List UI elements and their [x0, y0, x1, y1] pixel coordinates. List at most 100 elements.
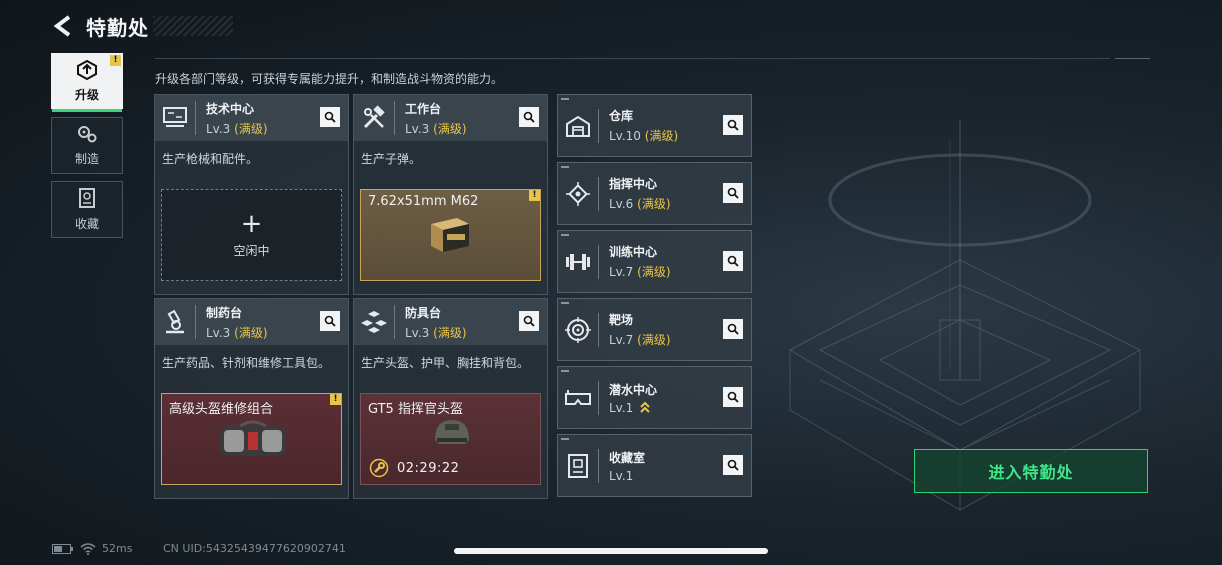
search-button[interactable]: [723, 251, 743, 271]
facility-name: 技术中心: [206, 101, 255, 116]
facility-level: Lv.3 (满级): [206, 121, 268, 136]
facility-level: Lv.3 (满级): [206, 325, 268, 340]
search-icon: [727, 459, 739, 471]
room-name: 指挥中心: [609, 177, 658, 191]
facility-card-tech-center[interactable]: 技术中心 Lv.3 (满级) 生产枪械和配件。 + 空闲中: [154, 94, 349, 295]
separator: [195, 101, 196, 135]
chip-icon: [558, 162, 598, 225]
separator: [598, 108, 599, 143]
card-header: 工作台 Lv.3 (满级): [354, 95, 547, 141]
room-row-collection-room[interactable]: 收藏室 Lv.1: [557, 434, 752, 497]
wrench-timer-icon: [369, 458, 389, 478]
room-row-command-center[interactable]: 指挥中心 Lv.6 (满级): [557, 162, 752, 225]
page-title: 特勤处: [86, 15, 149, 40]
room-row-shooting-range[interactable]: 靶场 Lv.7 (满级): [557, 298, 752, 361]
room-row-diving-center[interactable]: 潜水中心 Lv.1: [557, 366, 752, 429]
search-button[interactable]: [320, 311, 340, 331]
production-slot-repair-kit[interactable]: ! 高级头盔维修组合: [161, 393, 342, 485]
production-slot-idle[interactable]: + 空闲中: [161, 189, 342, 281]
room-row-warehouse[interactable]: 仓库 Lv.10 (满级): [557, 94, 752, 157]
alert-badge: !: [529, 190, 540, 201]
production-slot-helmet[interactable]: GT5 指挥官头盔 02:29:22: [360, 393, 541, 485]
back-button[interactable]: [50, 13, 76, 39]
back-arrow-icon: [53, 15, 71, 37]
user-uid: CN UID:54325439477620902741: [163, 542, 346, 555]
goggles-icon: [558, 366, 598, 429]
facility-name: 防具台: [405, 305, 442, 320]
room-level: Lv.1: [609, 401, 657, 415]
facility-description: 生产子弹。: [361, 152, 422, 166]
room-name: 潜水中心: [609, 382, 658, 397]
facility-name: 工作台: [405, 101, 442, 116]
item-name: 7.62x51mm M62: [368, 194, 479, 209]
search-button[interactable]: [519, 311, 539, 331]
facility-card-armor[interactable]: 防具台 Lv.3 (满级) 生产头盔、护甲、胸挂和背包。 GT5 指挥官头盔 0…: [353, 298, 548, 499]
separator: [394, 305, 395, 339]
separator: [598, 176, 599, 211]
facility-card-workbench[interactable]: 工作台 Lv.3 (满级) 生产子弹。 ! 7.62x51mm M62: [353, 94, 548, 295]
separator: [394, 101, 395, 135]
header: 特勤处: [50, 12, 233, 40]
alert-badge: !: [330, 394, 341, 405]
room-name: 收藏室: [609, 450, 646, 465]
facility-level: Lv.3 (满级): [405, 325, 467, 340]
search-button[interactable]: [723, 455, 743, 475]
alert-badge: !: [110, 55, 121, 66]
sidebar-tab-upgrade[interactable]: ! 升级: [51, 53, 123, 112]
search-icon: [523, 111, 535, 123]
battery-icon: [52, 543, 73, 554]
room-level: Lv.10 (满级): [609, 129, 679, 143]
enter-button-label: 进入特勤处: [988, 463, 1074, 482]
separator: [598, 312, 599, 347]
search-icon: [727, 391, 739, 403]
home-indicator[interactable]: [454, 548, 768, 554]
separator: [598, 448, 599, 483]
separator: [598, 380, 599, 415]
collection-icon: [79, 188, 95, 208]
search-button[interactable]: [723, 387, 743, 407]
enter-special-ops-button[interactable]: 进入特勤处: [914, 449, 1148, 493]
search-button[interactable]: [723, 115, 743, 135]
facility-card-pharmacy[interactable]: 制药台 Lv.3 (满级) 生产药品、针剂和维修工具包。 ! 高级头盔维修组合: [154, 298, 349, 499]
target-icon: [558, 298, 598, 361]
repair-bag-icon: [220, 420, 286, 456]
ammo-box-icon: [431, 218, 469, 252]
room-row-training-center[interactable]: 训练中心 Lv.7 (满级): [557, 230, 752, 293]
room-name: 训练中心: [609, 245, 658, 259]
gears-icon: [78, 126, 97, 143]
search-button[interactable]: [723, 183, 743, 203]
search-button[interactable]: [320, 107, 340, 127]
search-icon: [727, 255, 739, 267]
search-icon: [727, 187, 739, 199]
status-bar: 52ms: [52, 542, 132, 555]
wifi-icon: [80, 542, 96, 555]
sidebar-tab-collection[interactable]: 收藏: [51, 181, 123, 238]
facility-description: 生产头盔、护甲、胸挂和背包。: [361, 356, 530, 370]
helmet-icon: [435, 420, 469, 444]
upgrade-description: 升级各部门等级，可获得专属能力提升，和制造战斗物资的能力。: [155, 72, 504, 86]
top-divider: [155, 58, 1110, 59]
room-name: 仓库: [609, 109, 634, 123]
chevron-up-double-icon: [640, 401, 650, 413]
sidebar-label: 升级: [74, 87, 99, 102]
card-header: 技术中心 Lv.3 (满级): [155, 95, 348, 141]
production-slot-ammo[interactable]: ! 7.62x51mm M62: [360, 189, 541, 281]
search-button[interactable]: [723, 319, 743, 339]
card-header: 防具台 Lv.3 (满级): [354, 299, 547, 345]
warehouse-icon: [558, 94, 598, 157]
card-header: 制药台 Lv.3 (满级): [155, 299, 348, 345]
title-decoration: [153, 16, 233, 36]
room-name: 靶场: [609, 313, 634, 327]
top-divider-end: [1115, 58, 1150, 59]
hammer-wrench-icon: [354, 95, 394, 141]
search-button[interactable]: [519, 107, 539, 127]
ping-text: 52ms: [102, 542, 133, 555]
sidebar-label: 收藏: [74, 217, 99, 231]
dumbbell-icon: [558, 230, 598, 293]
sidebar-tab-craft[interactable]: 制造: [51, 117, 123, 174]
production-timer: 02:29:22: [369, 458, 459, 478]
separator: [598, 244, 599, 279]
search-icon: [523, 315, 535, 327]
tech-center-icon: [155, 95, 195, 141]
armor-blocks-icon: [354, 299, 394, 345]
